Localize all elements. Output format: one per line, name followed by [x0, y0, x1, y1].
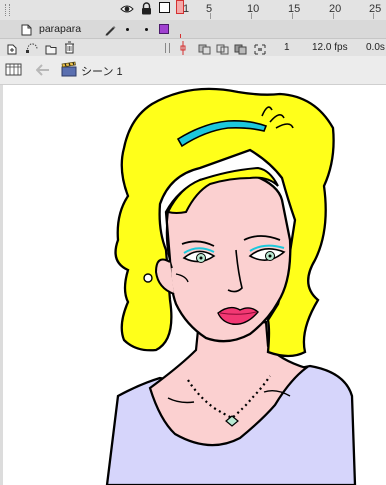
scroll-grip[interactable]	[165, 43, 170, 53]
frame-rate-readout[interactable]: 12.0 fps	[312, 42, 348, 53]
pencil-icon	[104, 23, 116, 36]
frame-number-15: 15	[288, 3, 301, 15]
elapsed-time-readout: 0.0s	[366, 42, 385, 53]
timeline-panel: 1 5 10 15 20 25 parapara 1 12.0 fps 0.0s	[0, 0, 386, 58]
current-frame-readout: 1	[284, 42, 290, 53]
back-arrow-icon[interactable]	[35, 63, 50, 76]
layer-lock-dot[interactable]	[145, 28, 148, 31]
timeline-header: 1 5 10 15 20 25	[0, 0, 386, 20]
trash-icon[interactable]	[64, 41, 75, 54]
lock-icon[interactable]	[141, 2, 152, 15]
outline-square-icon[interactable]	[159, 2, 170, 13]
eye-icon[interactable]	[120, 2, 134, 14]
edit-bar: シーン 1	[0, 56, 386, 85]
modify-onion-markers-icon[interactable]	[254, 42, 266, 55]
clapperboard-icon	[61, 61, 77, 77]
frame-number-25: 25	[369, 3, 382, 15]
onion-skin-icon[interactable]	[198, 42, 211, 55]
frame-number-10: 10	[247, 3, 260, 15]
scene-label[interactable]: シーン 1	[81, 63, 123, 79]
stage-canvas[interactable]	[0, 85, 386, 485]
motion-guide-icon[interactable]	[25, 41, 39, 54]
folder-icon[interactable]	[45, 42, 57, 55]
frame-number-20: 20	[329, 3, 342, 15]
edit-multiple-frames-icon[interactable]	[234, 42, 247, 55]
earring	[143, 273, 153, 283]
layer-icon	[21, 23, 32, 36]
frame-number-1: 1	[183, 3, 190, 15]
timeline-toggle-icon[interactable]	[5, 62, 22, 77]
onion-skin-outlines-icon[interactable]	[216, 42, 229, 55]
character-drawing	[105, 87, 357, 485]
layer-color-swatch[interactable]	[159, 24, 169, 34]
timeline-footer: 1 12.0 fps 0.0s	[0, 38, 386, 58]
timeline-grip-icon[interactable]	[5, 4, 10, 16]
layer-name[interactable]: parapara	[39, 23, 81, 35]
layer-row[interactable]: parapara	[0, 20, 386, 58]
insert-layer-icon[interactable]	[7, 42, 17, 55]
layer-visibility-dot[interactable]	[126, 28, 129, 31]
center-frame-icon[interactable]	[179, 41, 187, 55]
